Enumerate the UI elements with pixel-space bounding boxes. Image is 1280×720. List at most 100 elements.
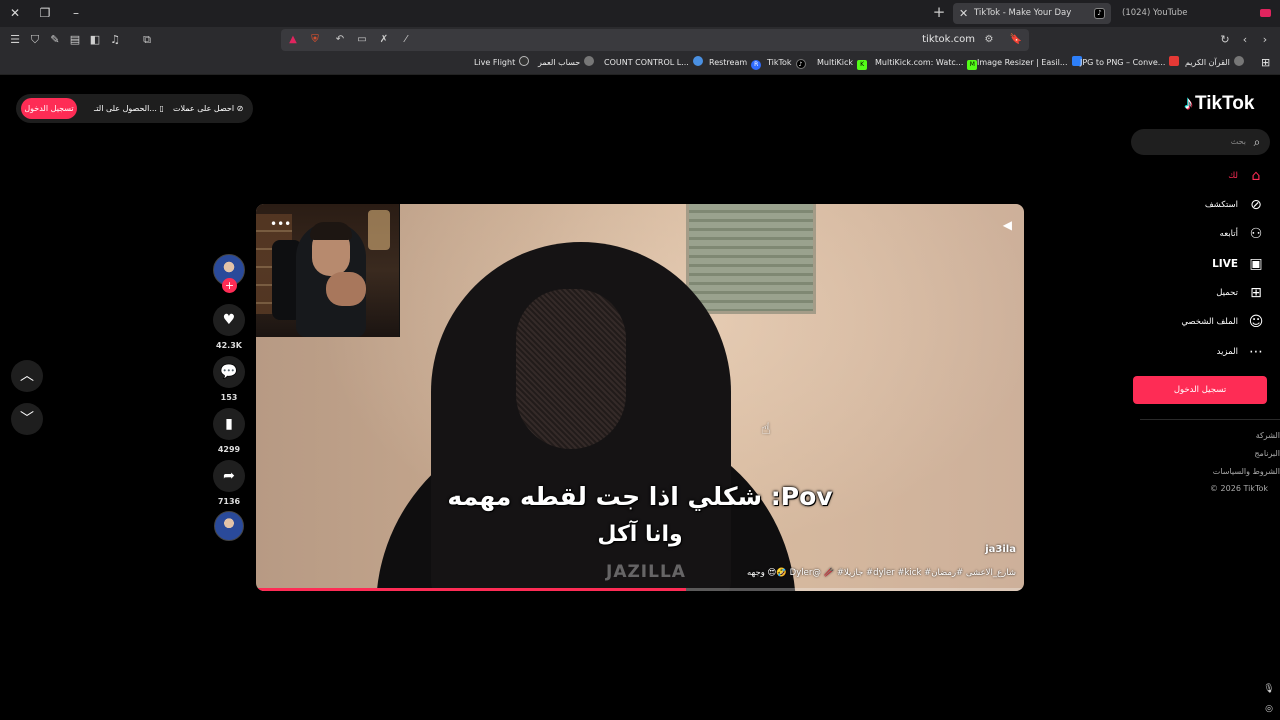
- nav-live[interactable]: LIVE ▣: [1140, 252, 1270, 276]
- footer-copyright: © 2026 TikTok: [1210, 484, 1268, 493]
- share-count: 7136: [217, 497, 241, 506]
- video-player[interactable]: ••• ◀ شكلي اذا جت لقطه مهمه :Pov وانا آك…: [256, 204, 1024, 591]
- microphone-icon[interactable]: 🎙: [1263, 683, 1275, 695]
- top-actions-pill: تسجيل الدخول الحصول على التـ... ▯ احصل ع…: [16, 94, 253, 123]
- back-arrow-icon[interactable]: ↶: [332, 32, 348, 48]
- bookmark-icon: ▮: [225, 416, 233, 432]
- bookmarks-bar: Live Flight حساب العمر COUNT CONTROL L..…: [0, 53, 1280, 75]
- site-settings-icon[interactable]: ⚙: [981, 32, 997, 48]
- tab-close-icon[interactable]: ✕: [959, 3, 968, 24]
- footer-company-link[interactable]: الشركة: [1256, 430, 1280, 442]
- kick-icon: K: [857, 60, 868, 70]
- nav-for-you[interactable]: لك ⌂: [1140, 164, 1270, 188]
- comment-count: 153: [220, 393, 238, 402]
- minimize-window-icon[interactable]: –: [68, 5, 84, 21]
- footer-terms-link[interactable]: الشروط والسياسات: [1213, 466, 1280, 478]
- tiktok-icon: ♪: [795, 59, 806, 69]
- bookmark-multikick[interactable]: MultiKick K: [817, 53, 868, 73]
- bookmark-quran[interactable]: القرآن الكريم: [1185, 53, 1244, 73]
- login-button[interactable]: تسجيل الدخول: [21, 98, 77, 119]
- target-icon[interactable]: ◎: [1263, 703, 1275, 715]
- video-subtitle-line-1: شكلي اذا جت لقطه مهمه :Pov: [447, 482, 833, 511]
- translate-icon[interactable]: ✗: [376, 32, 392, 48]
- nav-more[interactable]: المزيد ⋯: [1140, 340, 1270, 364]
- reader-icon[interactable]: ⁄: [398, 32, 414, 48]
- tabs-icon[interactable]: ▤: [67, 32, 83, 48]
- bookmark-icon[interactable]: 🔖: [1008, 32, 1024, 48]
- music-icon[interactable]: ♫: [107, 32, 123, 48]
- tab-title: TikTok - Make Your Day: [974, 8, 1072, 18]
- new-tab-button[interactable]: +: [931, 5, 947, 21]
- bookmark-live-flight[interactable]: Live Flight: [474, 53, 530, 73]
- following-icon: ⚇: [1249, 226, 1263, 242]
- get-app-link[interactable]: الحصول على التـ... ▯: [94, 94, 164, 123]
- footer-program-link[interactable]: البرنامج: [1254, 448, 1280, 460]
- comment-icon: 💬: [220, 364, 238, 380]
- tiktok-favicon-icon: ♪: [1094, 8, 1105, 19]
- sidebar-divider: [1140, 419, 1280, 420]
- webcam-lamp: [368, 210, 390, 250]
- like-count: 42.3K: [216, 341, 242, 350]
- nav-label: لك: [1228, 171, 1238, 181]
- address-bar[interactable]: ▲ ⛨ ↶ ▭ ✗ ⁄ tiktok.com ⚙ 🔖: [281, 29, 1029, 51]
- tab-tiktok[interactable]: ✕ TikTok - Make Your Day ♪: [953, 3, 1111, 24]
- tiktok-note-icon: ♪: [1184, 93, 1193, 113]
- nav-upload[interactable]: تحميل ⊞: [1140, 281, 1270, 305]
- shield-icon[interactable]: ⛉: [27, 32, 43, 48]
- coin-icon: ⊘: [236, 104, 244, 113]
- volume-icon[interactable]: ◀: [1003, 218, 1012, 232]
- phone-icon: ▯: [159, 104, 164, 113]
- sidebar-icon[interactable]: ◧: [87, 32, 103, 48]
- pin-icon[interactable]: ✎: [47, 32, 63, 48]
- forward-icon[interactable]: ›: [1257, 32, 1273, 48]
- next-video-button[interactable]: ﹀: [11, 403, 43, 435]
- nav-label: LIVE: [1212, 258, 1238, 270]
- video-author[interactable]: ja3ila: [985, 544, 1016, 555]
- video-more-options-icon[interactable]: •••: [270, 218, 291, 230]
- multikick-icon: M: [967, 60, 978, 70]
- save-button[interactable]: ▮: [213, 408, 245, 440]
- bookmark-restream[interactable]: Restream R: [709, 53, 762, 73]
- reload-icon[interactable]: ↻: [1217, 32, 1233, 48]
- follow-plus-icon[interactable]: +: [222, 278, 237, 293]
- back-icon[interactable]: ‹: [1237, 32, 1253, 48]
- chevron-down-icon: ﹀: [20, 411, 34, 427]
- apps-grid-icon[interactable]: ⊞: [1261, 53, 1270, 73]
- bookmark-tiktok[interactable]: TikTok ♪: [767, 53, 806, 73]
- video-progress-bar[interactable]: [256, 588, 1024, 591]
- screenshot-icon[interactable]: ⧉: [139, 32, 155, 48]
- restore-window-icon[interactable]: ❐: [37, 5, 53, 21]
- close-window-icon[interactable]: ✕: [7, 5, 23, 21]
- profile-icon: ☺: [1248, 314, 1264, 330]
- globe-icon: [692, 56, 703, 66]
- share-button[interactable]: ➦: [213, 460, 245, 492]
- search-icon[interactable]: ⌕: [1249, 134, 1265, 150]
- restream-icon: R: [751, 60, 762, 70]
- nav-explore[interactable]: استكشف ⊘: [1140, 193, 1270, 217]
- get-coins-link[interactable]: احصل على عملات ⊘: [173, 94, 243, 123]
- home-icon: ⌂: [1251, 168, 1261, 184]
- bookmark-jpg-png[interactable]: JPG to PNG – Conve...: [1080, 53, 1180, 73]
- comment-button[interactable]: 💬: [213, 356, 245, 388]
- aria-icon[interactable]: ▲: [285, 32, 301, 48]
- previous-video-button[interactable]: ︿: [11, 360, 43, 392]
- nav-profile[interactable]: الملف الشخصي ☺: [1140, 310, 1270, 334]
- music-disc-avatar[interactable]: [214, 511, 244, 541]
- like-button[interactable]: ♥: [213, 304, 245, 336]
- nav-following[interactable]: أتابعه ⚇: [1140, 222, 1270, 246]
- tiktok-logo[interactable]: ♪ TikTok: [1184, 93, 1254, 115]
- brave-shields-icon[interactable]: ⛨: [307, 32, 323, 48]
- compass-icon: ⊘: [1250, 197, 1262, 213]
- nav-label: أتابعه: [1219, 229, 1238, 239]
- pip-icon[interactable]: ▭: [354, 32, 370, 48]
- sidebar-login-button[interactable]: تسجيل الدخول: [1133, 376, 1267, 404]
- tab-youtube[interactable]: (1024) YouTube: [1117, 3, 1277, 24]
- bookmark-multikick-watch[interactable]: MultiKick.com: Watc... M: [875, 53, 978, 73]
- nav-label: استكشف: [1204, 200, 1238, 210]
- bookmark-count-control[interactable]: COUNT CONTROL L...: [604, 53, 703, 73]
- upload-icon: ⊞: [1250, 285, 1262, 301]
- bookmark-age[interactable]: حساب العمر: [538, 53, 595, 73]
- bookmark-image-resizer[interactable]: Image Resizer | Easil...: [977, 53, 1082, 73]
- menu-icon[interactable]: ☰: [7, 32, 23, 48]
- search-input[interactable]: بحث ⌕: [1131, 129, 1270, 155]
